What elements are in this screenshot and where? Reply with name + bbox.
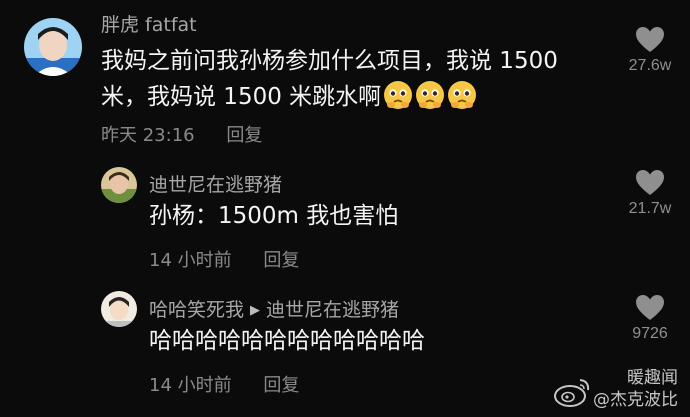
watermark-handle: @杰克波比 xyxy=(593,390,678,410)
avatar[interactable] xyxy=(101,167,137,203)
comment-time: 昨天 23:16 xyxy=(101,125,195,146)
reply-target[interactable]: 迪世尼在逃野猪 xyxy=(266,299,399,321)
reply-author[interactable]: 哈哈笑死我 xyxy=(149,299,244,321)
comment-text-line: 我妈之前问我孙杨参加什么项目，我说 1500 xyxy=(101,48,558,74)
heart-icon xyxy=(636,27,664,52)
comment-text-line-2: 米，我妈说 1500 米跳水啊 xyxy=(101,84,382,110)
heart-icon xyxy=(636,170,664,195)
watermark: 暖趣闻 @杰克波比 xyxy=(593,367,678,411)
comment-username[interactable]: 胖虎 fatfat xyxy=(101,10,197,37)
weibo-logo-icon xyxy=(552,375,592,409)
comment-text-line: 米，我妈说 1500 米跳水啊 xyxy=(101,79,611,115)
pleading-face-icon xyxy=(383,80,413,110)
watermark-title: 暖趣闻 xyxy=(627,368,678,388)
like-count: 27.6w xyxy=(628,57,672,74)
comment-text: 哈哈哈哈哈哈哈哈哈哈哈哈 xyxy=(149,328,425,354)
like-button[interactable]: 9726 xyxy=(615,294,685,343)
comment-text: 我妈之前问我孙杨参加什么项目，我说 1500 米，我妈说 1500 米跳水啊 xyxy=(101,43,611,115)
comment-meta: 14 小时前 回复 xyxy=(149,246,299,272)
pleading-face-icon xyxy=(447,80,477,110)
play-arrow-icon: ▶ xyxy=(250,303,261,318)
comment-text: 孙杨：1500m 我也害怕 xyxy=(149,203,399,229)
pleading-face-icon xyxy=(415,80,445,110)
avatar[interactable] xyxy=(101,291,137,327)
like-button[interactable]: 21.7w xyxy=(615,169,685,218)
like-count: 21.7w xyxy=(628,200,672,217)
comment-username: 哈哈笑死我 ▶ 迪世尼在逃野猪 xyxy=(149,295,399,322)
comment-time: 14 小时前 xyxy=(149,250,232,271)
like-count: 9726 xyxy=(632,325,668,342)
like-button[interactable]: 27.6w xyxy=(615,26,685,75)
reply-button[interactable]: 回复 xyxy=(263,371,299,397)
reply-button[interactable]: 回复 xyxy=(263,246,299,272)
reply-button[interactable]: 回复 xyxy=(226,121,262,147)
comment-meta: 14 小时前 回复 xyxy=(149,371,299,397)
comment-meta: 昨天 23:16 回复 xyxy=(101,121,262,147)
avatar[interactable] xyxy=(24,18,82,76)
comment-username[interactable]: 迪世尼在逃野猪 xyxy=(149,170,282,197)
heart-icon xyxy=(636,295,664,320)
comment-time: 14 小时前 xyxy=(149,375,232,396)
